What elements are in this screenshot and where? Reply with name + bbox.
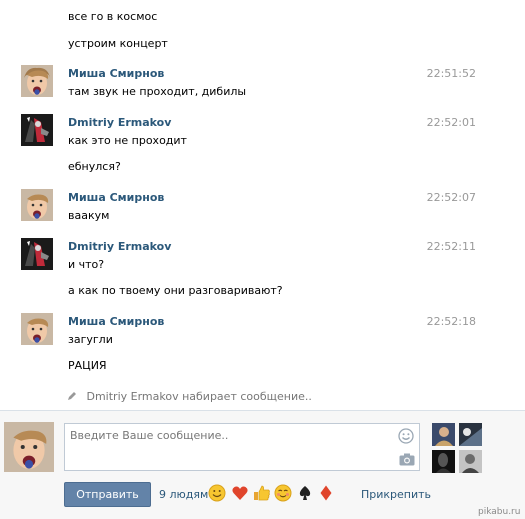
message-author[interactable]: Dmitriy Ermakov [68, 116, 171, 129]
recipient-avatar[interactable] [459, 423, 482, 446]
attach-link[interactable]: Прикрепить [361, 488, 431, 501]
avatar-misha[interactable] [21, 189, 53, 221]
avatar-dmitriy[interactable] [21, 114, 53, 146]
message-author[interactable]: Dmitriy Ermakov [68, 240, 171, 253]
message-time: 22:52:01 [426, 116, 476, 129]
send-button[interactable]: Отправить [64, 482, 151, 507]
recipient-avatar[interactable] [432, 423, 455, 446]
message-text: там звук не проходит, дибилы [68, 85, 247, 98]
message-author[interactable]: Миша Смирнов [68, 191, 164, 204]
message-input[interactable]: Введите Ваше сообщение.. [64, 423, 420, 471]
message-author[interactable]: Миша Смирнов [68, 67, 164, 80]
message-text: ебнулся? [68, 160, 121, 173]
avatar-dmitriy[interactable] [21, 238, 53, 270]
message-text: устроим концерт [68, 37, 168, 50]
thumbs-up-emoji-icon[interactable] [253, 484, 271, 502]
pencil-icon [67, 390, 81, 403]
avatar-misha[interactable] [21, 65, 53, 97]
recipient-count-link[interactable]: 9 людям [159, 488, 208, 501]
message-text: а как по твоему они разговаривают? [68, 284, 283, 297]
smile-icon[interactable] [398, 428, 414, 447]
message-time: 22:52:18 [426, 315, 476, 328]
typing-indicator: Dmitriy Ermakov набирает сообщение.. [67, 390, 312, 403]
camera-icon[interactable] [399, 453, 415, 469]
message-text: как это не проходит [68, 134, 187, 147]
smile-emoji-icon[interactable] [208, 484, 226, 502]
recipient-avatar[interactable] [459, 450, 482, 473]
message-text: и что? [68, 258, 105, 271]
message-time: 22:51:52 [426, 67, 476, 80]
recipient-avatar[interactable] [432, 450, 455, 473]
message-text: РАЦИЯ [68, 359, 107, 372]
recipient-avatars [432, 423, 482, 473]
typing-text: Dmitriy Ermakov набирает сообщение.. [86, 390, 312, 403]
chat-history: все го в космос устроим концерт Миша Сми… [0, 0, 525, 410]
message-input-placeholder: Введите Ваше сообщение.. [70, 429, 229, 442]
compose-panel: Введите Ваше сообщение.. Отправить 9 люд… [0, 410, 525, 519]
message-time: 22:52:07 [426, 191, 476, 204]
diamond-emoji-icon[interactable] [317, 484, 335, 502]
message-text: все го в космос [68, 10, 158, 23]
avatar-misha[interactable] [21, 313, 53, 345]
watermark: pikabu.ru [478, 507, 521, 517]
spade-emoji-icon[interactable] [296, 484, 314, 502]
heart-emoji-icon[interactable] [231, 484, 249, 502]
message-author[interactable]: Миша Смирнов [68, 315, 164, 328]
my-avatar[interactable] [4, 422, 54, 472]
message-text: загугли [68, 333, 113, 346]
message-time: 22:52:11 [426, 240, 476, 253]
blush-emoji-icon[interactable] [274, 484, 292, 502]
message-text: ваакум [68, 209, 110, 222]
